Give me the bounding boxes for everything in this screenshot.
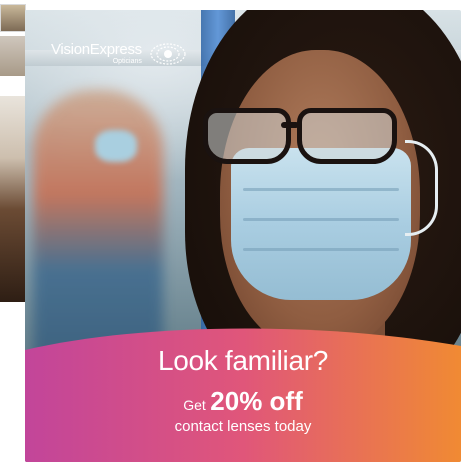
glasses-left-lens (203, 108, 291, 164)
logo-sub: Opticians (112, 58, 142, 65)
vision-express-ad[interactable]: VisionExpress Opticians Look familiar? G… (25, 10, 461, 462)
ad-offer: Get 20% off (25, 388, 461, 414)
ad-background-person-mask (95, 130, 137, 162)
offer-prefix: Get (183, 397, 206, 413)
eye-icon (150, 42, 186, 65)
logo-wordmark: VisionExpress Opticians (51, 42, 142, 65)
background-thumbnail (0, 4, 26, 32)
mask-strap (405, 140, 438, 236)
background-thumbnail-2 (0, 36, 26, 76)
vision-express-logo[interactable]: VisionExpress Opticians (51, 42, 186, 65)
offer-subtext: contact lenses today (174, 418, 312, 435)
offer-value: 20% off (210, 386, 303, 416)
logo-brand: VisionExpress (51, 41, 142, 58)
ad-headline: Look familiar? (157, 345, 329, 376)
woman-face-mask (231, 148, 411, 300)
glasses-right-lens (297, 108, 397, 164)
